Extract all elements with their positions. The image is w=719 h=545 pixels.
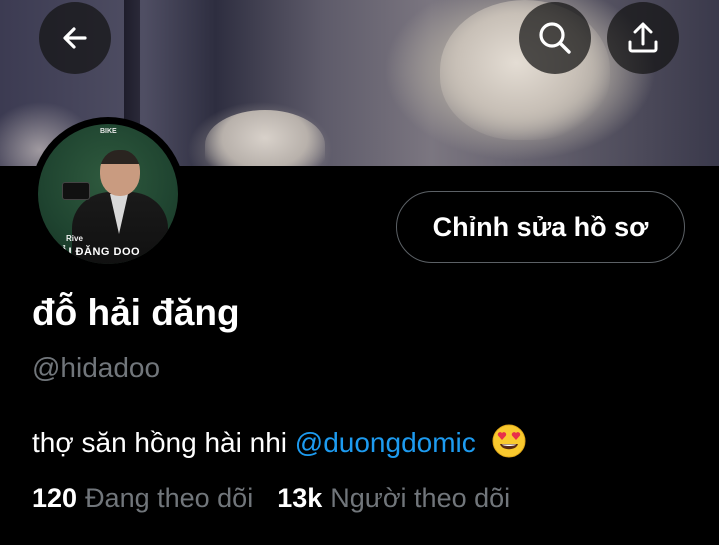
arrow-left-icon bbox=[59, 22, 91, 54]
share-button[interactable] bbox=[607, 2, 679, 74]
banner-cat-paw bbox=[205, 110, 325, 166]
followers-stat[interactable]: 13k Người theo dõi bbox=[277, 483, 510, 514]
user-handle: @hidadoo bbox=[32, 352, 161, 383]
following-count: 120 bbox=[32, 483, 78, 513]
camera-icon bbox=[62, 182, 90, 200]
followers-label: Người theo dõi bbox=[330, 483, 511, 513]
bio-text: thợ săn hồng hài nhi bbox=[32, 427, 287, 458]
share-upload-icon bbox=[625, 20, 661, 56]
following-stat[interactable]: 120 Đang theo dõi bbox=[32, 483, 253, 514]
bio: thợ săn hồng hài nhi @duongdomic bbox=[32, 424, 526, 459]
edit-profile-button[interactable]: Chỉnh sửa hồ sơ bbox=[396, 191, 685, 263]
back-button[interactable] bbox=[39, 2, 111, 74]
avatar[interactable]: BIKE Rive ẢI ĐĂNG DOO bbox=[38, 124, 178, 264]
display-name: đỗ hải đăng bbox=[32, 292, 240, 333]
search-button[interactable] bbox=[519, 2, 591, 74]
bio-mention-link[interactable]: @duongdomic bbox=[295, 427, 476, 458]
follow-stats: 120 Đang theo dõi 13k Người theo dõi bbox=[32, 483, 510, 514]
avatar-badge-text: BIKE bbox=[100, 128, 117, 135]
avatar-person-head bbox=[100, 150, 140, 196]
search-icon bbox=[537, 20, 573, 56]
following-label: Đang theo dõi bbox=[85, 483, 254, 513]
followers-count: 13k bbox=[277, 483, 323, 513]
avatar-name-text: ẢI ĐĂNG DOO bbox=[60, 246, 141, 258]
avatar-small-text: Rive bbox=[66, 234, 83, 243]
heart-eyes-emoji-icon bbox=[492, 424, 526, 458]
